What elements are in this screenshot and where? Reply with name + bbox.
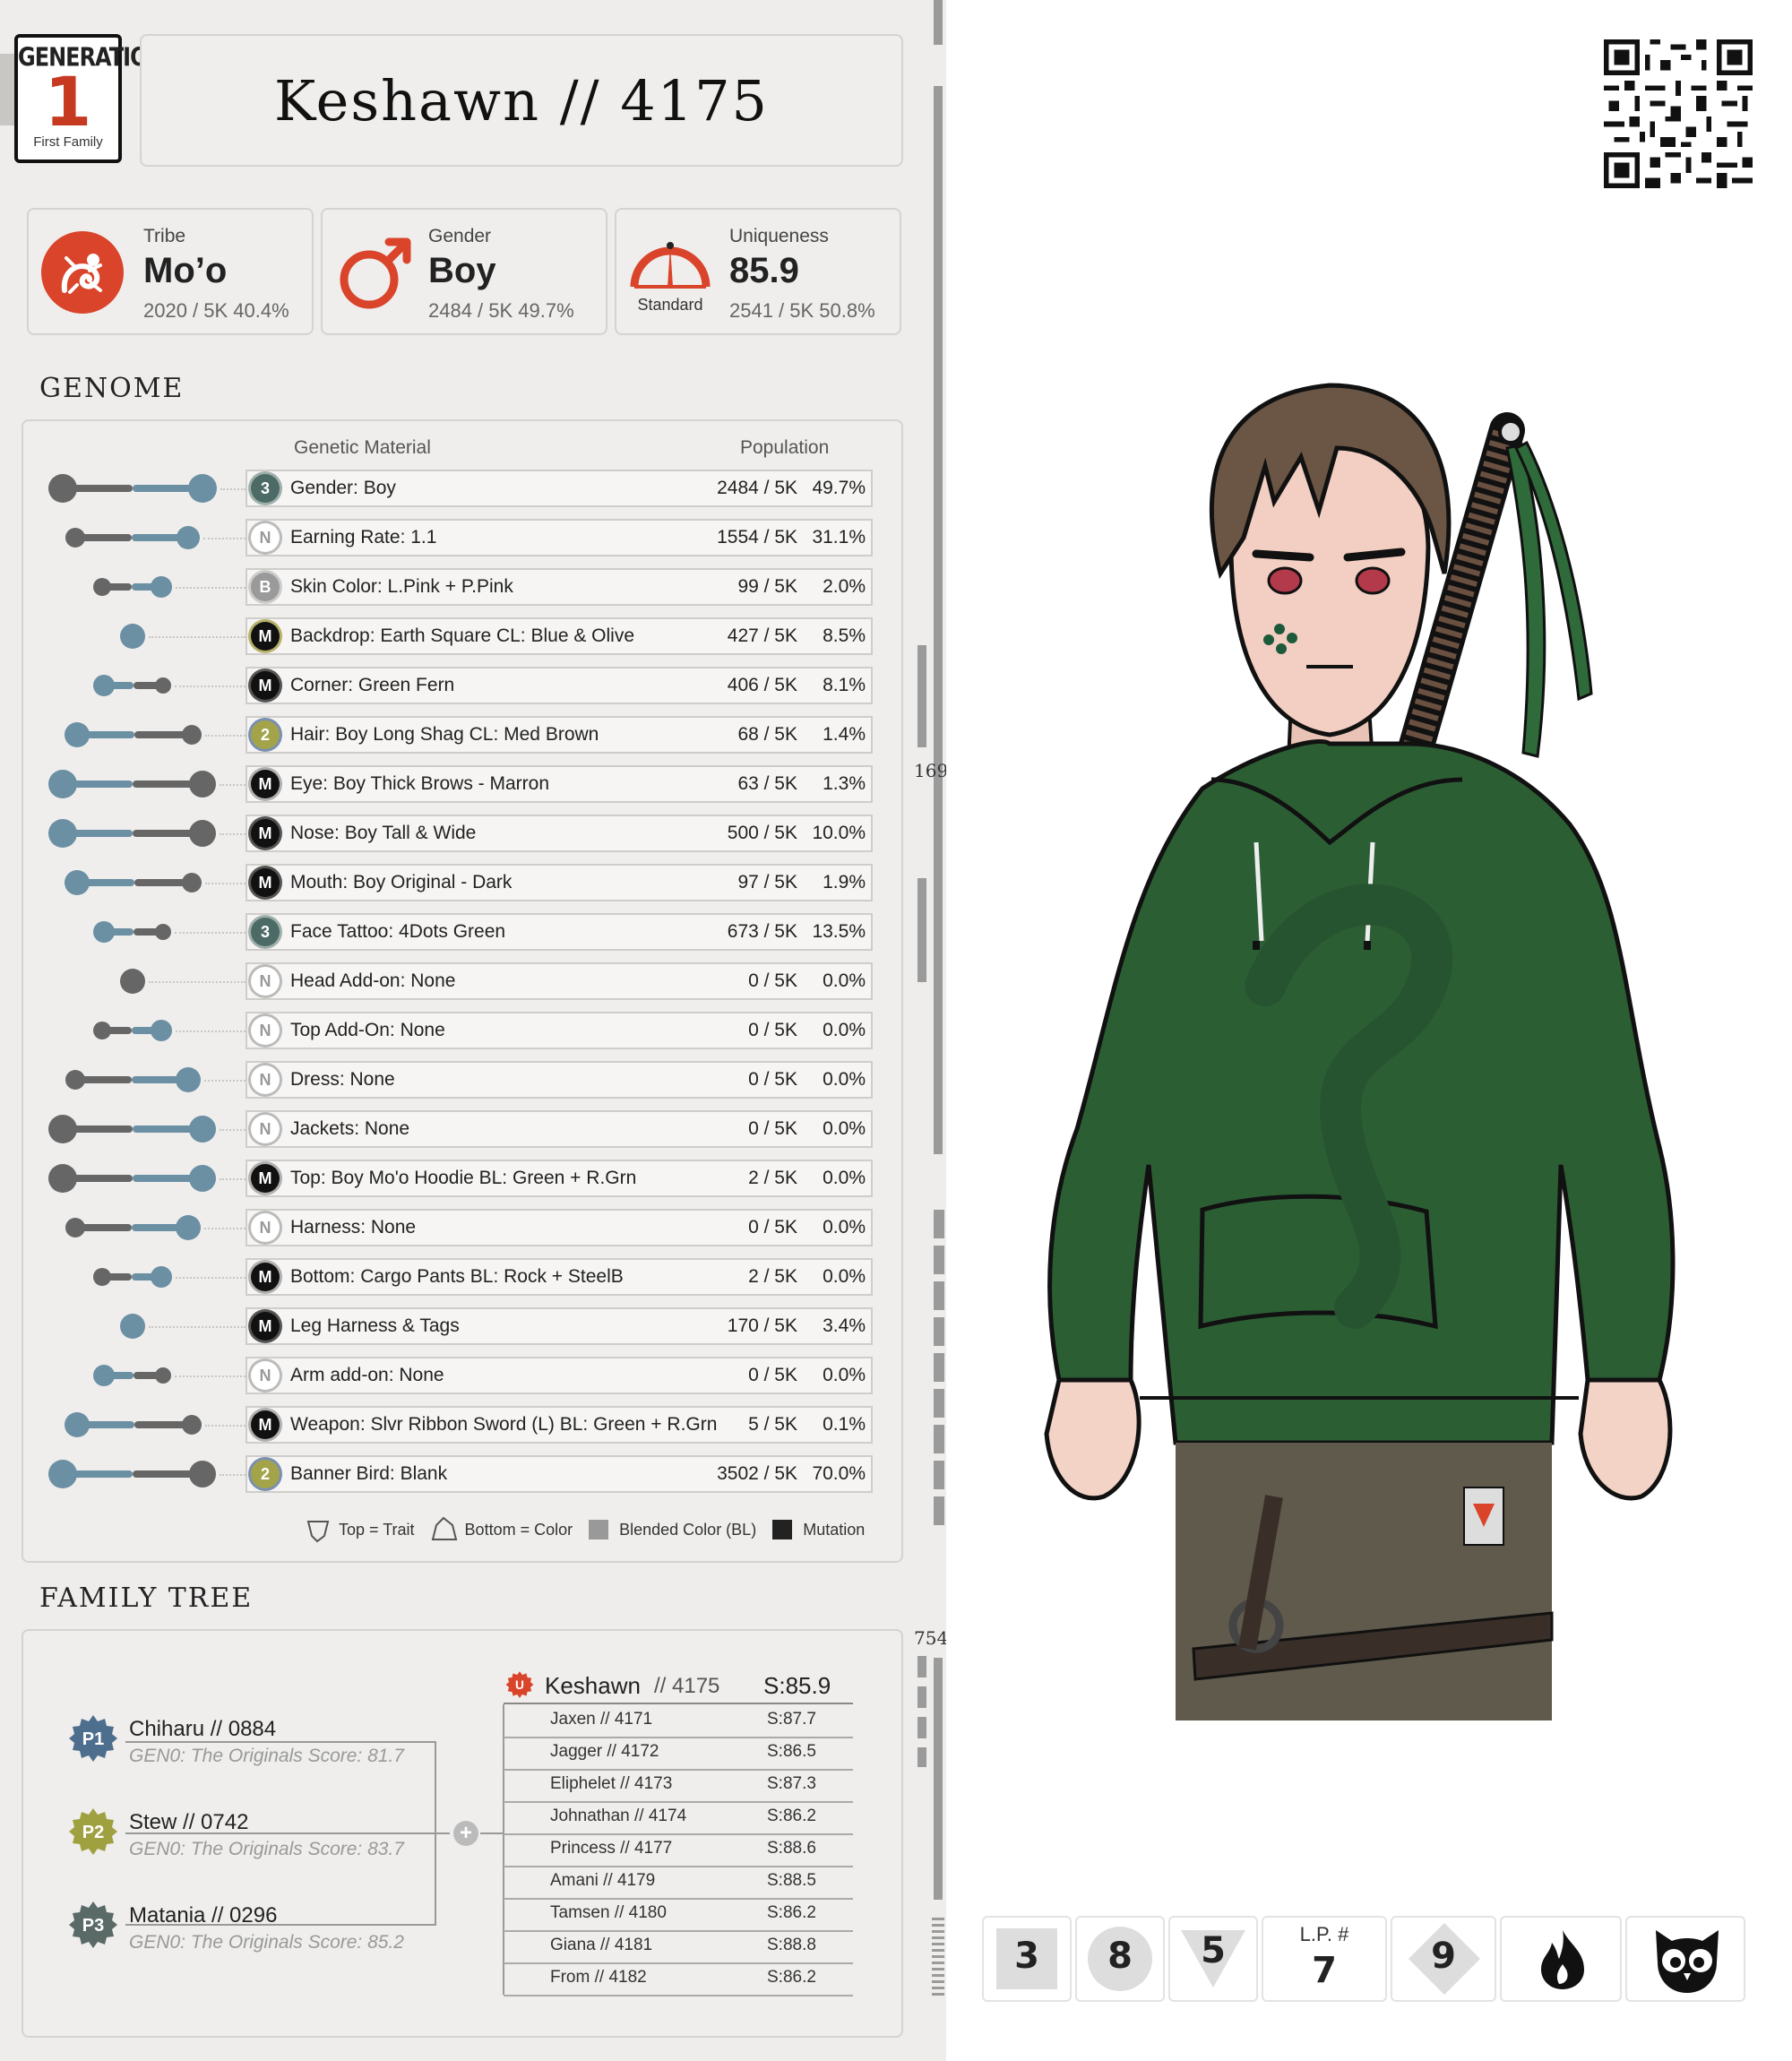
ruler-label-lower: 754 — [914, 1627, 949, 1649]
circle-value: 8 — [1107, 1936, 1133, 1977]
info-panel: GENERATION 1 First Family Keshawn // 417… — [0, 0, 946, 2061]
self-row: U Keshawn // 4175 S:85.9 — [504, 1669, 853, 1704]
ruler-fine — [932, 1918, 944, 1998]
u-badge-text: U — [515, 1678, 524, 1692]
ruler-tick — [934, 0, 943, 45]
sibling-score: S:88.8 — [767, 1936, 816, 1954]
flame-icon — [1541, 1930, 1584, 1989]
lp-value: 7 — [1312, 1950, 1337, 1991]
sibling-name: Eliphelet // 4173 — [550, 1774, 673, 1793]
stat-square-button[interactable]: 3 — [982, 1916, 1072, 2002]
square-value: 3 — [1014, 1936, 1039, 1977]
ruler-tick — [918, 878, 926, 982]
self-id: // 4175 — [654, 1674, 720, 1698]
self-score: S:85.9 — [763, 1672, 831, 1699]
ruler-label-mid: 169 — [914, 760, 949, 781]
sibling-row[interactable]: Eliphelet // 4173 S:87.3 — [504, 1769, 853, 1803]
sibling-score: S:86.2 — [767, 1903, 816, 1922]
qr-code-icon[interactable] — [1604, 39, 1753, 188]
flame-button[interactable] — [1500, 1916, 1622, 2002]
u-badge-icon: U — [505, 1671, 534, 1698]
stat-circle-button[interactable]: 8 — [1075, 1916, 1165, 2002]
owl-button[interactable] — [1625, 1916, 1745, 2002]
character-illustration — [1044, 383, 1676, 1720]
sibling-row[interactable]: Jaxen // 4171 S:87.7 — [504, 1704, 853, 1738]
sibling-name: Johnathan // 4174 — [550, 1807, 687, 1825]
scrollbar-track[interactable] — [934, 86, 943, 1154]
stat-triangle-button[interactable]: 5 — [1168, 1916, 1258, 2002]
sibling-score: S:88.5 — [767, 1871, 816, 1890]
sibling-name: Jaxen // 4171 — [550, 1710, 653, 1729]
sibling-row[interactable]: Giana // 4181 S:88.8 — [504, 1930, 853, 1964]
sibling-row[interactable]: Jagger // 4172 S:86.5 — [504, 1737, 853, 1771]
lp-number-button[interactable]: L.P. # 7 — [1262, 1916, 1387, 2002]
stat-diamond-button[interactable]: 9 — [1391, 1916, 1496, 2002]
sibling-row[interactable]: Tamsen // 4180 S:86.2 — [504, 1898, 853, 1932]
sibling-score: S:88.6 — [767, 1839, 816, 1858]
sibling-row[interactable]: Amani // 4179 S:88.5 — [504, 1866, 853, 1900]
sibling-name: Giana // 4181 — [550, 1936, 653, 1954]
ruler-tick — [934, 1658, 943, 1900]
character-panel: 3 8 5 L.P. # 7 9 — [946, 0, 1792, 2061]
sibling-score: S:86.5 — [767, 1742, 816, 1761]
sibling-name: Amani // 4179 — [550, 1871, 656, 1890]
ruler-segments — [918, 1656, 926, 1767]
triangle-value: 5 — [1201, 1930, 1226, 1971]
diamond-value: 9 — [1431, 1936, 1456, 1977]
sibling-row[interactable]: Johnathan // 4174 S:86.2 — [504, 1801, 853, 1835]
sibling-row[interactable]: Princess // 4177 S:88.6 — [504, 1833, 853, 1867]
lp-label: L.P. # — [1299, 1923, 1349, 1945]
sibling-score: S:86.2 — [767, 1968, 816, 1987]
ruler-tick — [918, 645, 926, 747]
sibling-score: S:87.7 — [767, 1710, 816, 1729]
sibling-name: From // 4182 — [550, 1968, 647, 1987]
sibling-name: Princess // 4177 — [550, 1839, 673, 1858]
sibling-name: Tamsen // 4180 — [550, 1903, 667, 1922]
self-name: Keshawn — [545, 1672, 641, 1699]
sibling-score: S:86.2 — [767, 1807, 816, 1825]
plus-icon: + — [453, 1821, 478, 1846]
owl-icon — [1656, 1930, 1719, 1993]
sibling-score: S:87.3 — [767, 1774, 816, 1793]
ruler-segments — [934, 1210, 944, 1532]
sibling-name: Jagger // 4172 — [550, 1742, 659, 1761]
sibling-row[interactable]: From // 4182 S:86.2 — [504, 1962, 853, 1996]
